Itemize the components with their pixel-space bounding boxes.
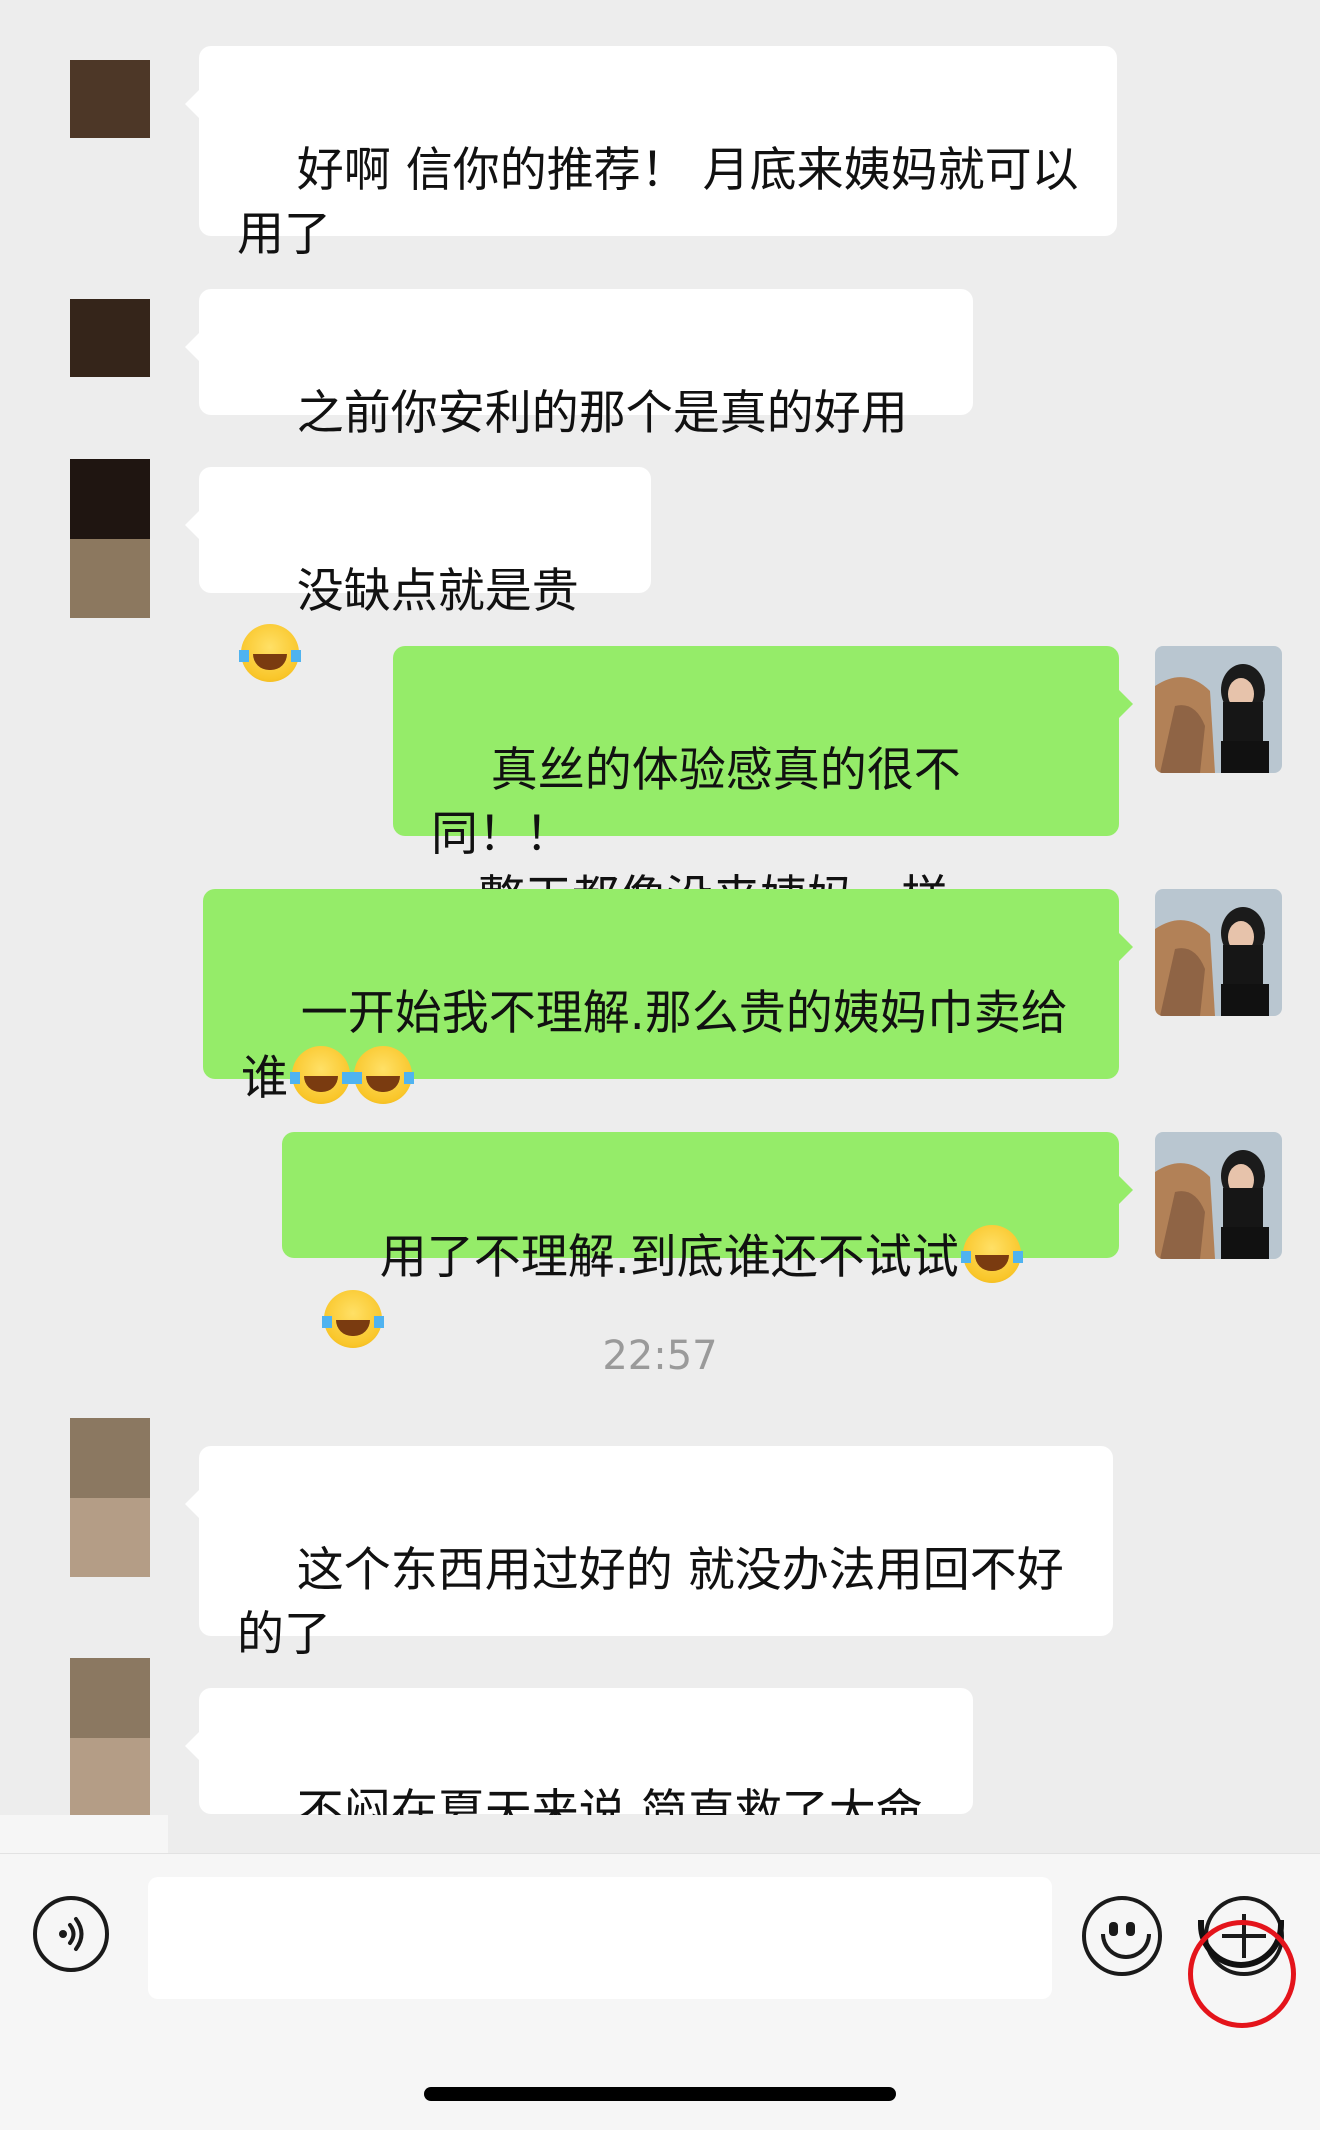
loudly-crying-emoji [290, 1046, 352, 1104]
message-bubble-incoming[interactable]: 不闷在夏天来说 简直救了大命 [185, 1688, 973, 1815]
message-bubble-outgoing[interactable]: 一开始我不理解.那么贵的姨妈巾卖给谁 [203, 889, 1133, 1106]
user-photo [1155, 889, 1282, 1016]
message-input[interactable] [148, 1877, 1052, 1999]
contact-avatar[interactable] [70, 459, 150, 618]
user-avatar[interactable] [1155, 1132, 1282, 1259]
voice-button[interactable] [33, 1896, 109, 1972]
message-text: 不闷在夏天来说 简直救了大命 [296, 1785, 923, 1815]
message-text: 没缺点就是贵 [296, 564, 579, 619]
contact-avatar[interactable] [70, 1658, 150, 1815]
tears-of-joy-emoji [239, 624, 301, 682]
user-photo [1155, 646, 1282, 773]
message-text: 好啊 信你的推荐！ 月底来姨妈就可以用了 [237, 143, 1079, 262]
user-photo [1155, 1132, 1282, 1259]
message-text: 之前你安利的那个是真的好用 [296, 386, 908, 441]
user-avatar[interactable] [1155, 646, 1282, 773]
message-bubble-incoming[interactable]: 没缺点就是贵 [185, 467, 651, 682]
plus-button[interactable] [1204, 1896, 1284, 1976]
user-avatar[interactable] [1155, 889, 1282, 1016]
emoji-button[interactable] [1082, 1896, 1162, 1976]
chat-area[interactable]: 好啊 信你的推荐！ 月底来姨妈就可以用了 之前你安利的那个是真的好用 没缺点就是… [0, 0, 1320, 1815]
message-text: 用了不理解.到底谁还不试试 [379, 1230, 959, 1285]
tears-of-joy-emoji [960, 1225, 1023, 1283]
home-indicator[interactable] [424, 2087, 896, 2101]
message-bubble-incoming[interactable]: 之前你安利的那个是真的好用 [185, 289, 973, 441]
message-timestamp: 22:57 [602, 1333, 718, 1379]
contact-avatar[interactable] [70, 299, 150, 377]
message-bubble-incoming[interactable]: 好啊 信你的推荐！ 月底来姨妈就可以用了 [185, 46, 1117, 262]
voice-icon [59, 1917, 84, 1951]
message-bubble-outgoing[interactable]: 真丝的体验感真的很不同！！ 一整天都像没来姨妈一样. [393, 646, 1133, 926]
input-bar-edge [0, 1815, 168, 1855]
contact-avatar[interactable] [70, 1418, 150, 1577]
contact-avatar[interactable] [70, 60, 150, 138]
loudly-crying-emoji [352, 1046, 414, 1104]
message-bubble-outgoing[interactable]: 用了不理解.到底谁还不试试 [282, 1132, 1133, 1348]
message-bubble-incoming[interactable]: 这个东西用过好的 就没办法用回不好的了 [185, 1446, 1113, 1662]
message-text: 这个东西用过好的 就没办法用回不好的了 [237, 1543, 1064, 1662]
